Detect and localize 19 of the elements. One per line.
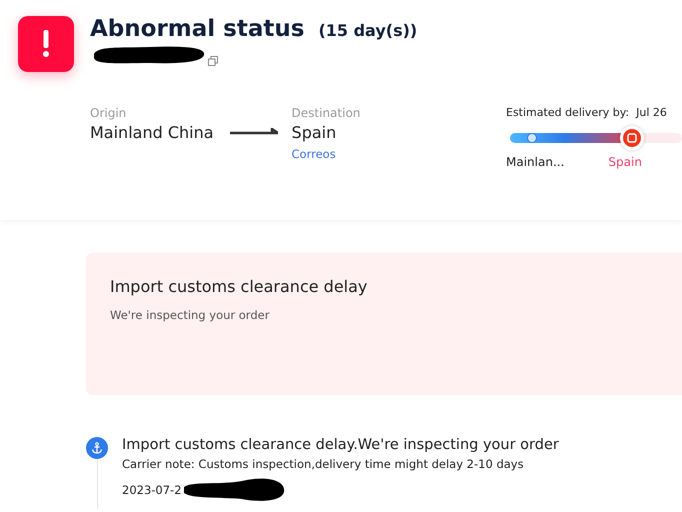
alert-message: We're inspecting your order — [110, 308, 270, 322]
anchor-icon — [86, 437, 108, 459]
estimated-delivery: Estimated delivery by: Jul 26 — [506, 106, 668, 119]
destination-label: Destination — [292, 106, 360, 120]
alert-title: Import customs clearance delay — [110, 276, 368, 296]
location-marker — [620, 126, 644, 150]
stop-label: Mainlan... — [506, 155, 564, 169]
status-duration: (15 day(s)) — [318, 21, 418, 40]
exclamation-icon — [42, 30, 50, 58]
origin-label: Origin — [90, 106, 128, 120]
carrier-link[interactable]: Correos — [292, 147, 360, 161]
copy-icon[interactable] — [208, 56, 218, 66]
status-title: Abnormal status — [90, 16, 304, 42]
event-title: Import customs clearance delay.We're inspecting your order — [122, 437, 559, 453]
event-note: Carrier note: Customs inspection,delivery time might delay 2-10 days — [122, 457, 525, 471]
event-date: 2023-07-2 — [122, 483, 182, 497]
destination-value: Spain — [292, 123, 338, 142]
stop-label: Spain — [608, 155, 642, 169]
origin-value: Mainland China — [90, 123, 214, 142]
